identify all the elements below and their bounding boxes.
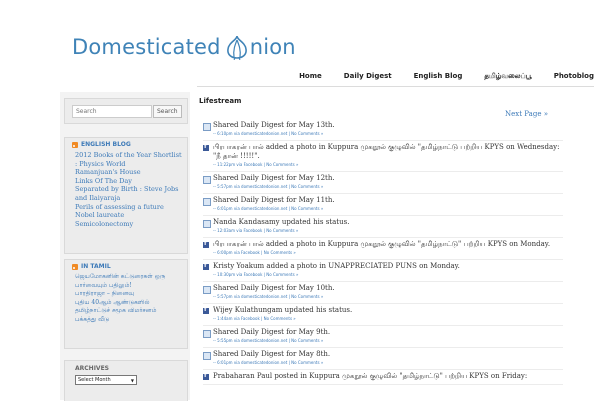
document-icon [203, 220, 211, 228]
archives-select-value: Select Month [78, 377, 111, 383]
document-icon [203, 330, 211, 338]
entry-divider [203, 171, 563, 172]
english-link[interactable]: : Physics World [75, 160, 182, 169]
rss-icon [72, 263, 78, 270]
entry-meta[interactable]: -- 6:01pm via domesticatedonion.net | No… [213, 360, 323, 365]
rss-icon [72, 141, 78, 148]
tamil-title[interactable]: IN TAMIL [72, 263, 111, 270]
entry-divider [203, 237, 563, 238]
chevron-down-icon: ▼ [130, 377, 134, 383]
facebook-icon [203, 306, 209, 314]
archives-select[interactable]: Select Month ▼ [75, 375, 137, 385]
english-link[interactable]: Links Of The Day [75, 177, 182, 186]
entry-meta[interactable]: -- 6:00pm via Facebook | No Comments » [213, 250, 296, 255]
entry-meta[interactable]: -- 5:55pm via domesticatedonion.net | No… [213, 338, 323, 343]
entry-meta[interactable]: -- 6:10pm via domesticatedonion.net | No… [213, 131, 323, 136]
tamil-link[interactable]: பாரதிராஜா – நினைவு [75, 290, 165, 299]
search-widget: Search [64, 98, 188, 124]
sidebar: Search ENGLISH BLOG 2012 Books of the Ye… [60, 92, 190, 401]
facebook-icon [203, 240, 209, 248]
entry-divider [203, 215, 563, 216]
entry-divider [203, 369, 563, 370]
tamil-widget: IN TAMIL ஜெயமோகனின் கட்டுரைகள் ஒரு பார்வ… [64, 259, 188, 349]
entry-divider [203, 384, 563, 385]
entry-text[interactable]: பிரபாகரன் பால் added a photo in Kuppura … [213, 143, 559, 152]
main-nav: Home Daily Digest English Blog தமிழ்வலைப… [277, 72, 594, 81]
logo-text-nion: nion [249, 35, 296, 59]
english-link[interactable]: Perils of assessing a future [75, 203, 182, 212]
facebook-icon [203, 372, 209, 380]
document-icon [203, 286, 211, 294]
page-title: Lifestream [199, 97, 242, 105]
entry-divider [203, 259, 563, 260]
document-icon [203, 352, 211, 360]
entry-text[interactable]: Wijey Kulathungam updated his status. [213, 306, 352, 314]
entry-text[interactable]: Shared Daily Digest for May 9th. [213, 328, 330, 336]
nav-english-blog[interactable]: English Blog [414, 72, 463, 81]
english-blog-title-text: ENGLISH BLOG [81, 141, 131, 148]
entry-text[interactable]: பிரபாகரன் பால் added a photo in Kuppura … [213, 240, 550, 249]
entry-text-continued: "நீ தான் !!!!!". [213, 152, 260, 160]
onion-logo-icon [226, 35, 247, 60]
document-icon [203, 123, 211, 131]
archives-widget: ARCHIVES Select Month ▼ [64, 360, 188, 401]
facebook-icon [203, 143, 209, 151]
nav-tamil-blog[interactable]: தமிழ்வலைப்பூ [484, 72, 531, 81]
archives-title: ARCHIVES [75, 365, 109, 372]
entry-meta[interactable]: -- 6:01pm via domesticatedonion.net | No… [213, 206, 323, 211]
search-button[interactable]: Search [153, 105, 182, 118]
entry-divider [203, 325, 563, 326]
nav-photoblog[interactable]: Photoblog [554, 72, 594, 81]
entry-divider [203, 347, 563, 348]
tamil-title-text: IN TAMIL [81, 263, 111, 270]
english-link[interactable]: Ramanjuan's House [75, 168, 182, 177]
entry-text[interactable]: Shared Daily Digest for May 13th. [213, 121, 335, 129]
english-blog-title[interactable]: ENGLISH BLOG [72, 141, 131, 148]
site-logo[interactable]: Domesticated nion [72, 32, 296, 62]
tamil-link[interactable]: பக்கத்து வீடு [75, 316, 165, 325]
english-link[interactable]: Nobel laureate [75, 211, 182, 220]
entry-meta[interactable]: -- 5:57pm via domesticatedonion.net | No… [213, 184, 323, 189]
entry-text[interactable]: Shared Daily Digest for May 10th. [213, 284, 335, 292]
tamil-list: ஜெயமோகனின் கட்டுரைகள் ஒரு பார்வையும் பதி… [75, 273, 165, 324]
document-icon [203, 198, 211, 206]
entry-divider [203, 303, 563, 304]
entry-meta[interactable]: -- 11:22pm via Facebook | No Comments » [213, 162, 298, 167]
entry-meta[interactable]: -- 10:30pm via Facebook | No Comments » [213, 272, 298, 277]
entry-text[interactable]: Shared Daily Digest for May 12th. [213, 174, 335, 182]
nav-daily-digest[interactable]: Daily Digest [344, 72, 392, 81]
entry-divider [203, 193, 563, 194]
entry-divider [203, 140, 563, 141]
entry-meta[interactable]: -- 1:44am via Facebook | No Comments » [213, 316, 296, 321]
nav-home[interactable]: Home [299, 72, 322, 81]
logo-text-domesticated: Domesticated [72, 35, 221, 59]
english-link[interactable]: 2012 Books of the Year Shortlist [75, 151, 182, 160]
entry-meta[interactable]: -- 12:03am via Facebook | No Comments » [213, 228, 298, 233]
entry-text[interactable]: Shared Daily Digest for May 11th. [213, 196, 335, 204]
english-blog-widget: ENGLISH BLOG 2012 Books of the Year Shor… [64, 137, 188, 254]
entry-text[interactable]: Kristy Yoakum added a photo in UNAPPRECI… [213, 262, 460, 270]
nav-divider [197, 86, 594, 87]
facebook-icon [203, 262, 209, 270]
entry-divider [203, 281, 563, 282]
tamil-link[interactable]: தமிழ்நாட்டுச் சமூக விமர்சனம் [75, 307, 165, 316]
entry-meta[interactable]: -- 5:57pm via domesticatedonion.net | No… [213, 294, 323, 299]
search-input[interactable] [72, 105, 152, 118]
entry-text[interactable]: Prabaharan Paul posted in Kuppura முகநூல… [213, 372, 527, 381]
document-icon [203, 176, 211, 184]
english-link[interactable]: Semicolonectomy [75, 220, 182, 229]
tamil-link[interactable]: பார்வையும் பதிலும்! [75, 282, 165, 291]
tamil-link[interactable]: ஜெயமோகனின் கட்டுரைகள் ஒரு [75, 273, 165, 282]
entry-text[interactable]: Shared Daily Digest for May 8th. [213, 350, 330, 358]
entry-text[interactable]: Nanda Kandasamy updated his status. [213, 218, 349, 226]
tamil-link[interactable]: புதிய 40ஆம் ஆண்டுகளில் [75, 299, 165, 308]
english-link[interactable]: and Ilaiyaraja [75, 194, 182, 203]
english-link[interactable]: Separated by Birth : Steve Jobs [75, 185, 182, 194]
next-page-link[interactable]: Next Page » [505, 110, 548, 118]
english-blog-list: 2012 Books of the Year Shortlist : Physi… [75, 151, 182, 228]
